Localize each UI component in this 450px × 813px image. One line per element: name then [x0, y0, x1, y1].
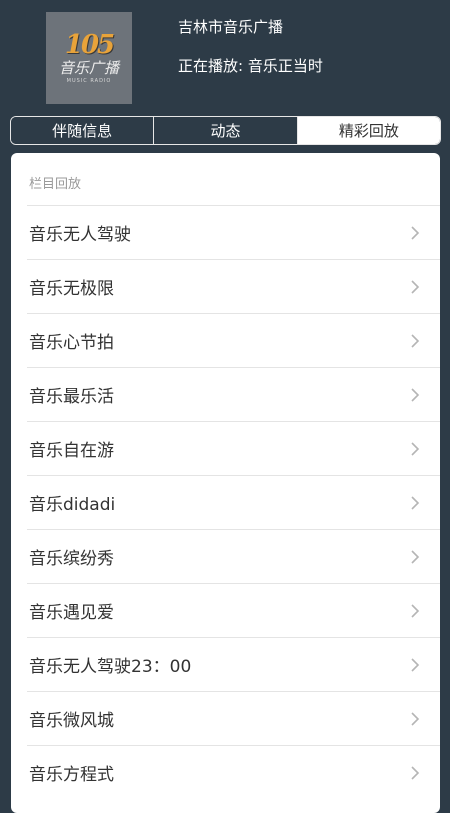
chevron-right-icon [411, 712, 420, 726]
header: 105 音乐广播 MUSIC RADIO 吉林市音乐广播 正在播放: 音乐正当时 [0, 0, 450, 110]
list-item[interactable]: 音乐无极限 [27, 259, 440, 313]
program-label: 音乐didadi [29, 495, 116, 515]
program-label: 音乐自在游 [29, 441, 114, 461]
tab-replay[interactable]: 精彩回放 [297, 117, 440, 144]
program-label: 音乐缤纷秀 [29, 549, 114, 569]
chevron-right-icon [411, 604, 420, 618]
chevron-right-icon [411, 280, 420, 294]
program-label: 音乐心节拍 [29, 333, 114, 353]
program-label: 音乐无人驾驶 [29, 225, 131, 245]
list-item[interactable]: 音乐didadi [27, 475, 440, 529]
program-label: 音乐最乐活 [29, 387, 114, 407]
replay-panel: 栏目回放 音乐无人驾驶 音乐无极限 音乐心节拍 音乐最乐活 音乐自在游 音乐didadi 音… [11, 153, 440, 813]
station-title: 吉林市音乐广播 [178, 18, 284, 36]
station-logo: 105 音乐广播 MUSIC RADIO [46, 12, 132, 104]
logo-mark: 105 [64, 30, 115, 60]
program-label: 音乐遇见爱 [29, 603, 114, 623]
program-label: 音乐无极限 [29, 279, 114, 299]
chevron-right-icon [411, 658, 420, 672]
list-item[interactable]: 音乐自在游 [27, 421, 440, 475]
tab-news[interactable]: 动态 [154, 117, 298, 144]
section-label: 栏目回放 [29, 177, 82, 192]
chevron-right-icon [411, 766, 420, 780]
program-label: 音乐无人驾驶23：00 [29, 657, 192, 677]
logo-subtext: MUSIC RADIO [66, 78, 112, 84]
program-label: 音乐方程式 [29, 765, 114, 785]
program-label: 音乐微风城 [29, 711, 114, 731]
list-item[interactable]: 音乐缤纷秀 [27, 529, 440, 583]
tab-companion-info[interactable]: 伴随信息 [11, 117, 155, 144]
list-item[interactable]: 音乐最乐活 [27, 367, 440, 421]
logo-name: 音乐广播 [58, 59, 119, 77]
list-item[interactable]: 音乐遇见爱 [27, 583, 440, 637]
now-playing-text: 正在播放: 音乐正当时 [178, 57, 323, 75]
chevron-right-icon [411, 226, 420, 240]
list-item[interactable]: 音乐无人驾驶23：00 [27, 637, 440, 691]
chevron-right-icon [411, 442, 420, 456]
chevron-right-icon [411, 334, 420, 348]
list-item[interactable]: 音乐心节拍 [27, 313, 440, 367]
tab-bar: 伴随信息 动态 精彩回放 [10, 116, 441, 145]
list-item[interactable]: 音乐无人驾驶 [27, 205, 440, 259]
program-list: 音乐无人驾驶 音乐无极限音乐心节拍音乐最乐活音乐自在游音乐didadi 音乐缤纷秀音… [27, 205, 440, 799]
chevron-right-icon [411, 550, 420, 564]
list-item[interactable]: 音乐微风城 [27, 691, 440, 745]
chevron-right-icon [411, 496, 420, 510]
chevron-right-icon [411, 388, 420, 402]
list-item[interactable]: 音乐方程式 [27, 745, 440, 799]
